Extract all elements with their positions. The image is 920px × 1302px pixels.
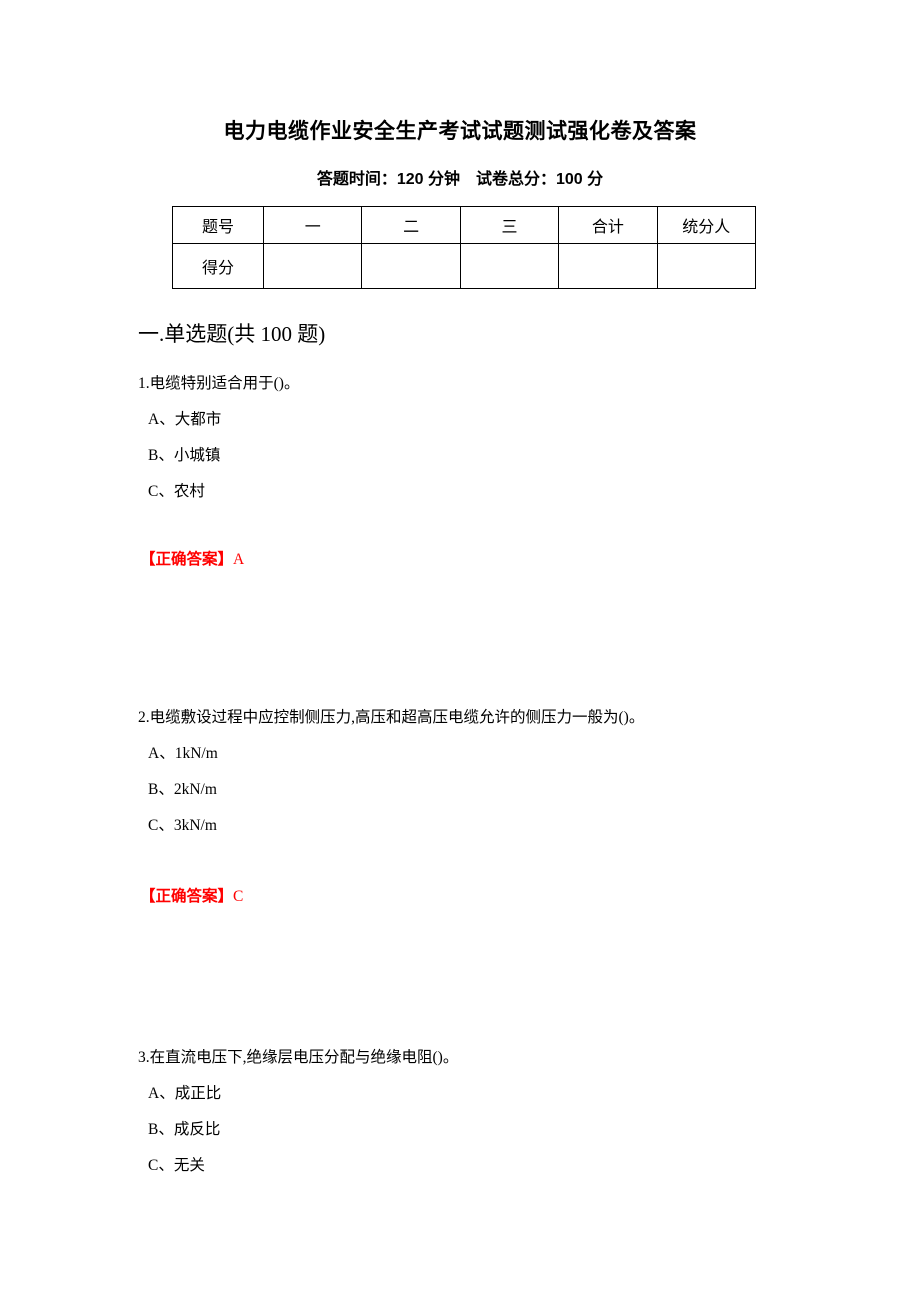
score-table-row-label: 得分 [172, 243, 264, 289]
score-table-cell[interactable] [558, 243, 658, 289]
score-table-header-cell: 三 [459, 206, 560, 244]
correct-answer-2: 【正确答案】C [140, 885, 243, 909]
question-stem: 2.电缆敷设过程中应控制侧压力,高压和超高压电缆允许的侧压力一般为()。 [138, 709, 645, 726]
score-table-cell[interactable] [459, 243, 560, 289]
section-heading-single-choice: 一.单选题(共 100 题) [138, 322, 326, 346]
score-table-cell[interactable] [262, 243, 363, 289]
correct-answer-label: 【正确答案】 [140, 888, 234, 905]
score-table-header-cell: 合计 [558, 206, 658, 244]
correct-answer-label: 【正确答案】 [140, 551, 234, 568]
question-block-2: 2.电缆敷设过程中应控制侧压力,高压和超高压电缆允许的侧压力一般为()。 A、1… [138, 700, 798, 844]
question-option[interactable]: C、3kN/m [148, 808, 798, 844]
score-table-header-cell: 一 [262, 206, 363, 244]
question-option[interactable]: B、2kN/m [148, 772, 798, 808]
exam-meta-subtitle: 答题时间：120 分钟 试卷总分：100 分 [316, 171, 604, 188]
question-option[interactable]: C、无关 [148, 1148, 798, 1184]
question-option[interactable]: A、大都市 [148, 402, 798, 438]
correct-answer-value: A [233, 551, 245, 568]
question-option[interactable]: C、农村 [148, 474, 798, 510]
question-option[interactable]: A、1kN/m [148, 736, 798, 772]
question-stem: 3.在直流电压下,绝缘层电压分配与绝缘电阻()。 [138, 1049, 459, 1066]
score-table-cell[interactable] [361, 243, 461, 289]
score-table-header-cell: 统分人 [656, 206, 757, 244]
question-block-1: 1.电缆特别适合用于()。 A、大都市 B、小城镇 C、农村 [138, 366, 798, 510]
question-option[interactable]: B、小城镇 [148, 438, 798, 474]
question-block-3: 3.在直流电压下,绝缘层电压分配与绝缘电阻()。 A、成正比 B、成反比 C、无… [138, 1040, 798, 1184]
page-title: 电力电缆作业安全生产考试试题测试强化卷及答案 [223, 120, 697, 143]
score-table-cell[interactable] [656, 243, 757, 289]
exam-paper-page: 电力电缆作业安全生产考试试题测试强化卷及答案 答题时间：120 分钟 试卷总分：… [0, 0, 920, 1302]
correct-answer-value: C [233, 888, 244, 905]
table-row: 得分 [172, 243, 757, 289]
question-option[interactable]: B、成反比 [148, 1112, 798, 1148]
score-table-header-cell: 二 [361, 206, 461, 244]
correct-answer-1: 【正确答案】A [140, 548, 244, 572]
table-row: 题号 一 二 三 合计 统分人 [172, 206, 757, 244]
question-option[interactable]: A、成正比 [148, 1076, 798, 1112]
score-table: 题号 一 二 三 合计 统分人 得分 [172, 206, 757, 289]
score-table-header-cell: 题号 [172, 206, 264, 244]
question-stem: 1.电缆特别适合用于()。 [138, 375, 300, 392]
